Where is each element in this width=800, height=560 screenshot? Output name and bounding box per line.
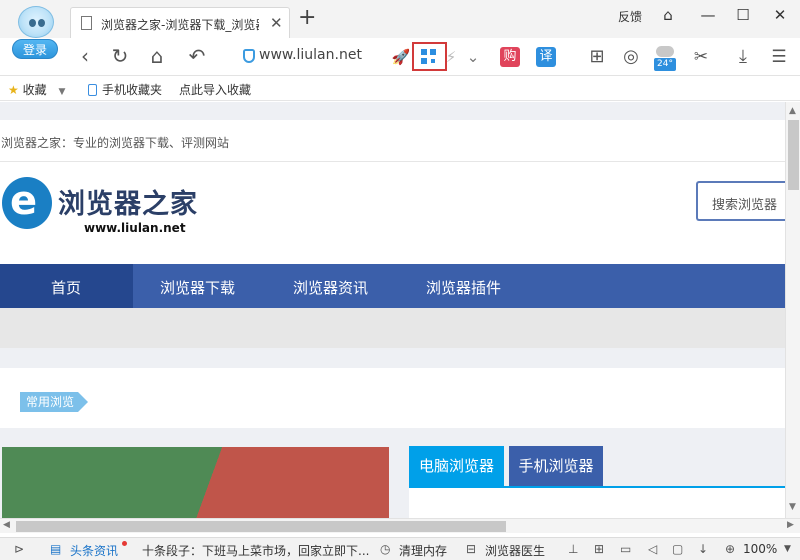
search-placeholder: 搜索浏览器 — [712, 198, 778, 213]
nav-item-news[interactable]: 浏览器资讯 — [293, 277, 368, 298]
rocket-icon[interactable]: 🚀 — [390, 46, 412, 68]
mobile-favorites-link[interactable]: 手机收藏夹 — [88, 81, 162, 98]
cloud-icon — [656, 46, 674, 57]
address-bar[interactable]: www.liulan.net — [243, 46, 403, 68]
lightning-icon[interactable]: ⚡ — [440, 46, 462, 68]
logo-letter: e — [10, 178, 38, 224]
site-nav: 首页 浏览器下载 浏览器资讯 浏览器插件 — [0, 264, 785, 308]
tab-mobile-browser[interactable]: 手机浏览器 — [509, 446, 603, 486]
zoom-dropdown-icon[interactable]: ▼ — [784, 544, 791, 554]
back-button[interactable]: ‹ — [73, 44, 97, 68]
qr-code-icon — [421, 49, 436, 64]
chevron-down-icon[interactable]: ⌄ — [462, 46, 484, 68]
refresh-button[interactable]: ↻ — [108, 44, 132, 68]
notification-dot — [122, 541, 127, 546]
active-tab[interactable]: 浏览器之家-浏览器下载_浏览器 ✕ — [70, 7, 290, 38]
rewind-icon[interactable]: ◎ — [620, 46, 642, 68]
doctor-icon: ⊟ — [466, 542, 477, 556]
nav-item-plugins[interactable]: 浏览器插件 — [426, 277, 501, 298]
tab-title: 浏览器之家-浏览器下载_浏览器 — [101, 18, 259, 32]
address-toolbar: ‹ ↻ ⌂ ↶ www.liulan.net 🚀 ⚡ ⌄ 购 译 ⊞ ◎ 24°… — [0, 38, 800, 76]
temperature-value: 24° — [654, 58, 676, 71]
avatar-eye — [38, 19, 45, 27]
download-status-icon[interactable]: ↓ — [698, 542, 708, 556]
bookmarks-bar: ★ 收藏 ▼ 手机收藏夹 点此导入收藏 — [0, 76, 800, 101]
menu-icon[interactable]: ☰ — [768, 46, 790, 68]
zoom-level[interactable]: 100% — [743, 542, 777, 556]
close-window-button[interactable]: ✕ — [769, 6, 791, 26]
section-tag: 常用浏览 — [20, 392, 89, 412]
favorites-label: 收藏 — [22, 83, 47, 97]
mobile-icon — [88, 84, 97, 96]
scroll-up-icon[interactable]: ▲ — [789, 106, 796, 116]
avatar-eye — [29, 19, 36, 27]
browser-doctor-button[interactable]: 浏览器医生 — [485, 542, 545, 559]
browser-list-panel — [409, 486, 785, 518]
download-icon[interactable]: ⤓ — [732, 46, 754, 68]
horizontal-scroll-thumb[interactable] — [16, 521, 506, 532]
mobile-favorites-label: 手机收藏夹 — [102, 83, 163, 97]
web-page-viewport: 浏览器之家：专业的浏览器下载、评测网站 e 浏览器之家 www.liulan.n… — [0, 102, 785, 518]
volume-icon[interactable]: ◁ — [648, 542, 657, 556]
restore-icon[interactable]: ▢ — [672, 542, 683, 556]
memory-icon: ◷ — [380, 542, 391, 556]
scroll-down-icon[interactable]: ▼ — [789, 502, 796, 512]
translate-button[interactable]: 译 — [536, 47, 556, 67]
nav-item-home[interactable]: 首页 — [51, 277, 81, 298]
avatar-face-icon — [18, 6, 54, 38]
news-icon: ▤ — [50, 542, 62, 556]
status-bar: ⊳ ▤ 头条资讯 十条段子：下班马上菜市场，回家立即下... ◷ 清理内存 ⊟ … — [0, 537, 800, 560]
screenshot-scissors-icon[interactable]: ✂ — [690, 46, 712, 68]
news-label[interactable]: 头条资讯 — [70, 542, 118, 559]
section-header — [0, 368, 785, 428]
vertical-scroll-thumb[interactable] — [788, 120, 799, 190]
sidebar-toggle-icon[interactable]: ⊳ — [14, 542, 24, 556]
skin-icon[interactable]: ⌂ — [657, 6, 679, 26]
gray-band — [0, 308, 785, 348]
import-favorites-link[interactable]: 点此导入收藏 — [179, 81, 251, 98]
tab-pc-browser[interactable]: 电脑浏览器 — [409, 446, 504, 486]
feedback-link[interactable]: 反馈 — [618, 8, 642, 25]
shopping-button[interactable]: 购 — [500, 47, 520, 67]
site-logo-url: www.liulan.net — [84, 221, 186, 235]
site-tagline: 浏览器之家：专业的浏览器下载、评测网站 — [1, 136, 230, 150]
star-icon: ★ — [8, 83, 19, 97]
vertical-scrollbar[interactable]: ▲ ▼ — [785, 102, 800, 518]
login-button[interactable]: 登录 — [12, 39, 58, 59]
maximize-button[interactable]: ☐ — [732, 6, 754, 26]
site-logo-icon[interactable]: e — [2, 177, 52, 229]
site-logo-text[interactable]: 浏览器之家 — [58, 182, 198, 221]
dropdown-arrow-icon: ▼ — [58, 87, 66, 97]
tab-strip: 浏览器之家-浏览器下载_浏览器 ✕ + 反馈 ⌂ — ☐ ✕ — [0, 0, 800, 38]
weather-widget[interactable]: 24° — [654, 44, 676, 71]
scroll-left-icon[interactable]: ◀ — [3, 520, 10, 530]
banner-image[interactable] — [2, 447, 389, 518]
minimize-button[interactable]: — — [697, 6, 719, 26]
news-ticker[interactable]: 十条段子：下班马上菜市场，回家立即下... — [142, 542, 369, 559]
site-search-input[interactable]: 搜索浏览器 — [696, 181, 785, 221]
zoom-icon: ⊕ — [725, 542, 736, 556]
divider — [0, 161, 785, 162]
horizontal-scrollbar[interactable]: ◀ ▶ — [0, 518, 800, 533]
favorites-menu[interactable]: ★ 收藏 ▼ — [8, 81, 65, 98]
clean-memory-button[interactable]: 清理内存 — [399, 542, 447, 559]
undo-close-button[interactable]: ↶ — [185, 44, 209, 68]
url-text[interactable]: www.liulan.net — [259, 47, 362, 63]
apps-icon[interactable]: ⊞ — [586, 46, 608, 68]
layout-icon[interactable]: ⊞ — [594, 542, 604, 556]
tab-close-icon[interactable]: ✕ — [270, 14, 283, 32]
new-tab-button[interactable]: + — [298, 7, 316, 29]
clipboard-icon[interactable]: ▭ — [620, 542, 631, 556]
site-header: 浏览器之家：专业的浏览器下载、评测网站 e 浏览器之家 www.liulan.n… — [0, 120, 785, 266]
security-shield-icon — [243, 49, 255, 63]
home-button[interactable]: ⌂ — [145, 44, 169, 68]
accelerate-icon[interactable]: ⊥ — [568, 542, 578, 556]
page-icon — [81, 16, 92, 30]
scroll-right-icon[interactable]: ▶ — [787, 520, 794, 530]
nav-item-download[interactable]: 浏览器下载 — [160, 277, 235, 298]
